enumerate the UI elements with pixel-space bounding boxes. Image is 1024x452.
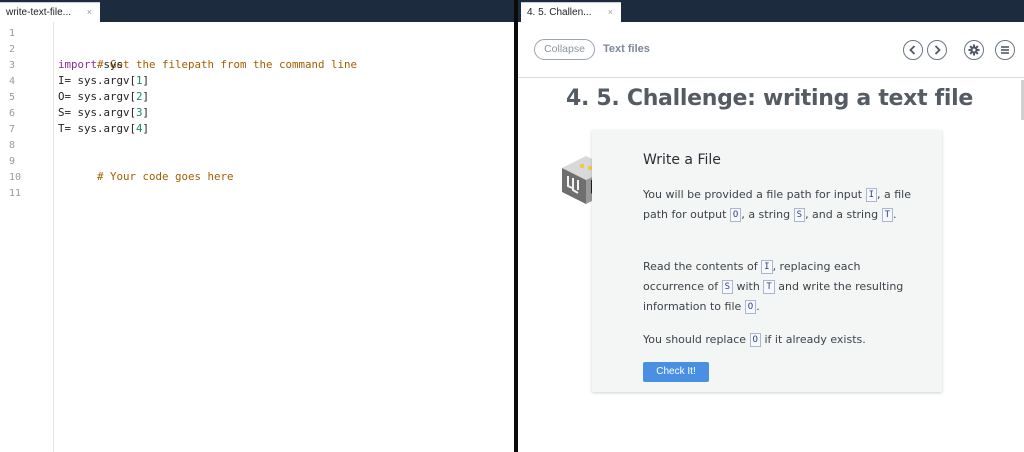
breadcrumb[interactable]: Text files (603, 43, 650, 55)
code-text: S= sys.argv[ (58, 106, 137, 119)
code-line-9[interactable]: # Your code goes here (58, 153, 234, 183)
line-number: 1 (9, 28, 16, 39)
code-text: ] (142, 74, 150, 87)
instruction-paragraph: You will be provided a file path for inp… (643, 185, 923, 225)
page-title: 4. 5. Challenge: writing a text file (566, 86, 974, 111)
text: . (892, 208, 897, 221)
code-comment: # Your code goes here (97, 170, 234, 183)
line-number-gutter: 1 2 3 4 5 6 7 8 9 10 11 (0, 22, 54, 452)
code-chip: O (729, 208, 742, 222)
instruction-paragraph: You should replace O if it already exist… (643, 330, 923, 350)
card-title: Write a File (643, 152, 721, 168)
code-editor[interactable]: # Get the filepath from the command line… (58, 22, 508, 452)
text: , and a string (805, 208, 882, 221)
challenge-tab-close-icon[interactable]: × (608, 7, 613, 17)
challenge-tab[interactable]: 4. 5. Challen... × (521, 2, 621, 22)
editor-pane: write-text-file... × 1 2 3 4 5 6 7 8 9 1… (0, 0, 514, 452)
code-chip: I (865, 188, 877, 202)
challenge-tabbar: 4. 5. Challen... × (518, 0, 1024, 22)
text: if it already exists. (760, 333, 866, 346)
line-number: 3 (9, 60, 16, 71)
challenge-tab-label: 4. 5. Challen... (527, 7, 592, 18)
code-text: ] (142, 122, 150, 135)
check-it-button[interactable]: Check It! (643, 362, 709, 382)
chevron-right-icon (934, 45, 941, 55)
line-number: 2 (9, 44, 16, 55)
text: You will be provided a file path for inp… (643, 188, 866, 201)
line-number: 10 (9, 172, 22, 183)
next-button[interactable] (927, 40, 947, 60)
code-chip: O (744, 300, 757, 314)
editor-file-tab[interactable]: write-text-file... × (0, 2, 100, 22)
chevron-left-icon (909, 45, 916, 55)
code-text: sys (97, 58, 124, 71)
line-number: 5 (9, 92, 16, 103)
text: You should replace (643, 333, 750, 346)
text: , a string (741, 208, 794, 221)
code-chip: O (749, 333, 761, 347)
text: with (732, 280, 764, 293)
code-line-4[interactable]: I= sys.argv[1] (58, 73, 149, 89)
guide-toolbar: Collapse Text files (518, 22, 1024, 78)
settings-button[interactable] (964, 40, 984, 60)
code-text: T= sys.argv[ (58, 122, 137, 135)
previous-button[interactable] (903, 40, 923, 60)
editor-tab-label: write-text-file... (6, 7, 72, 18)
line-number: 4 (9, 76, 16, 87)
line-number: 11 (9, 188, 22, 199)
challenge-card: Write a File You will be provided a file… (592, 130, 942, 392)
challenge-pane: 4. 5. Challen... × Collapse Text files 4… (518, 0, 1024, 452)
line-number: 8 (9, 140, 16, 151)
code-keyword: import (58, 58, 98, 71)
line-number: 6 (9, 108, 16, 119)
code-text: ] (142, 106, 150, 119)
text: Read the contents of (643, 260, 762, 273)
editor-tab-close-icon[interactable]: × (87, 7, 92, 17)
code-text: O= sys.argv[ (58, 90, 137, 103)
code-line-5[interactable]: O= sys.argv[2] (58, 89, 149, 105)
instruction-paragraph: Read the contents of I, replacing each o… (643, 257, 923, 317)
text: . (756, 300, 760, 313)
editor-tabbar: write-text-file... × (0, 0, 514, 22)
menu-button[interactable] (995, 40, 1015, 60)
hamburger-menu-icon (1001, 46, 1009, 54)
code-chip: T (881, 208, 893, 222)
code-chip: T (763, 280, 775, 294)
code-chip: I (761, 260, 773, 274)
code-line-6[interactable]: S= sys.argv[3] (58, 105, 149, 121)
gear-icon (968, 44, 980, 56)
code-line-3[interactable]: import sys (58, 57, 123, 73)
code-line-7[interactable]: T= sys.argv[4] (58, 121, 149, 137)
code-chip: S (793, 208, 806, 222)
collapse-button[interactable]: Collapse (534, 39, 595, 60)
code-text: ] (142, 90, 150, 103)
code-chip: S (721, 280, 733, 294)
code-text: I= sys.argv[ (58, 74, 137, 87)
line-number: 7 (9, 124, 16, 135)
code-comment: # Get the filepath from the command line (97, 58, 358, 71)
code-line-2[interactable]: # Get the filepath from the command line (58, 41, 357, 71)
line-number: 9 (9, 156, 16, 167)
